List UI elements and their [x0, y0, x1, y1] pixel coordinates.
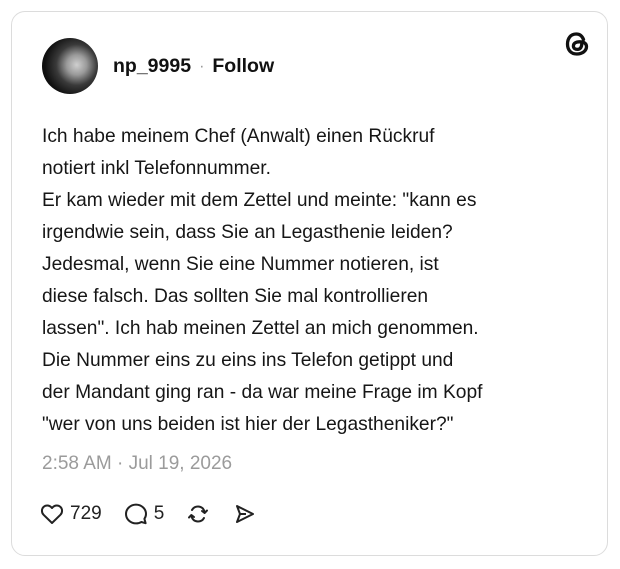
username-link[interactable]: np_9995: [113, 55, 191, 78]
action-bar: 729 5: [40, 502, 256, 526]
like-count: 729: [70, 503, 102, 524]
post-timestamp[interactable]: 2:58 AM · Jul 19, 2026: [42, 453, 232, 475]
post-card: np_9995 · Follow Ich habe meinem Chef (A…: [11, 11, 608, 556]
post-header: np_9995 · Follow: [113, 55, 274, 78]
post-text: Ich habe meinem Chef (Anwalt) einen Rück…: [42, 126, 483, 435]
heart-icon: [40, 503, 64, 525]
threads-logo-icon[interactable]: [563, 30, 591, 58]
share-button[interactable]: [232, 502, 256, 526]
reply-button[interactable]: 5: [124, 502, 165, 526]
header-separator: ·: [199, 57, 205, 75]
repost-icon: [186, 502, 210, 526]
follow-button[interactable]: Follow: [212, 55, 274, 78]
send-icon: [232, 502, 256, 526]
repost-button[interactable]: [186, 502, 210, 526]
like-button[interactable]: 729: [40, 503, 102, 525]
comment-icon: [124, 502, 148, 526]
avatar[interactable]: [42, 38, 98, 94]
reply-count: 5: [153, 503, 165, 524]
